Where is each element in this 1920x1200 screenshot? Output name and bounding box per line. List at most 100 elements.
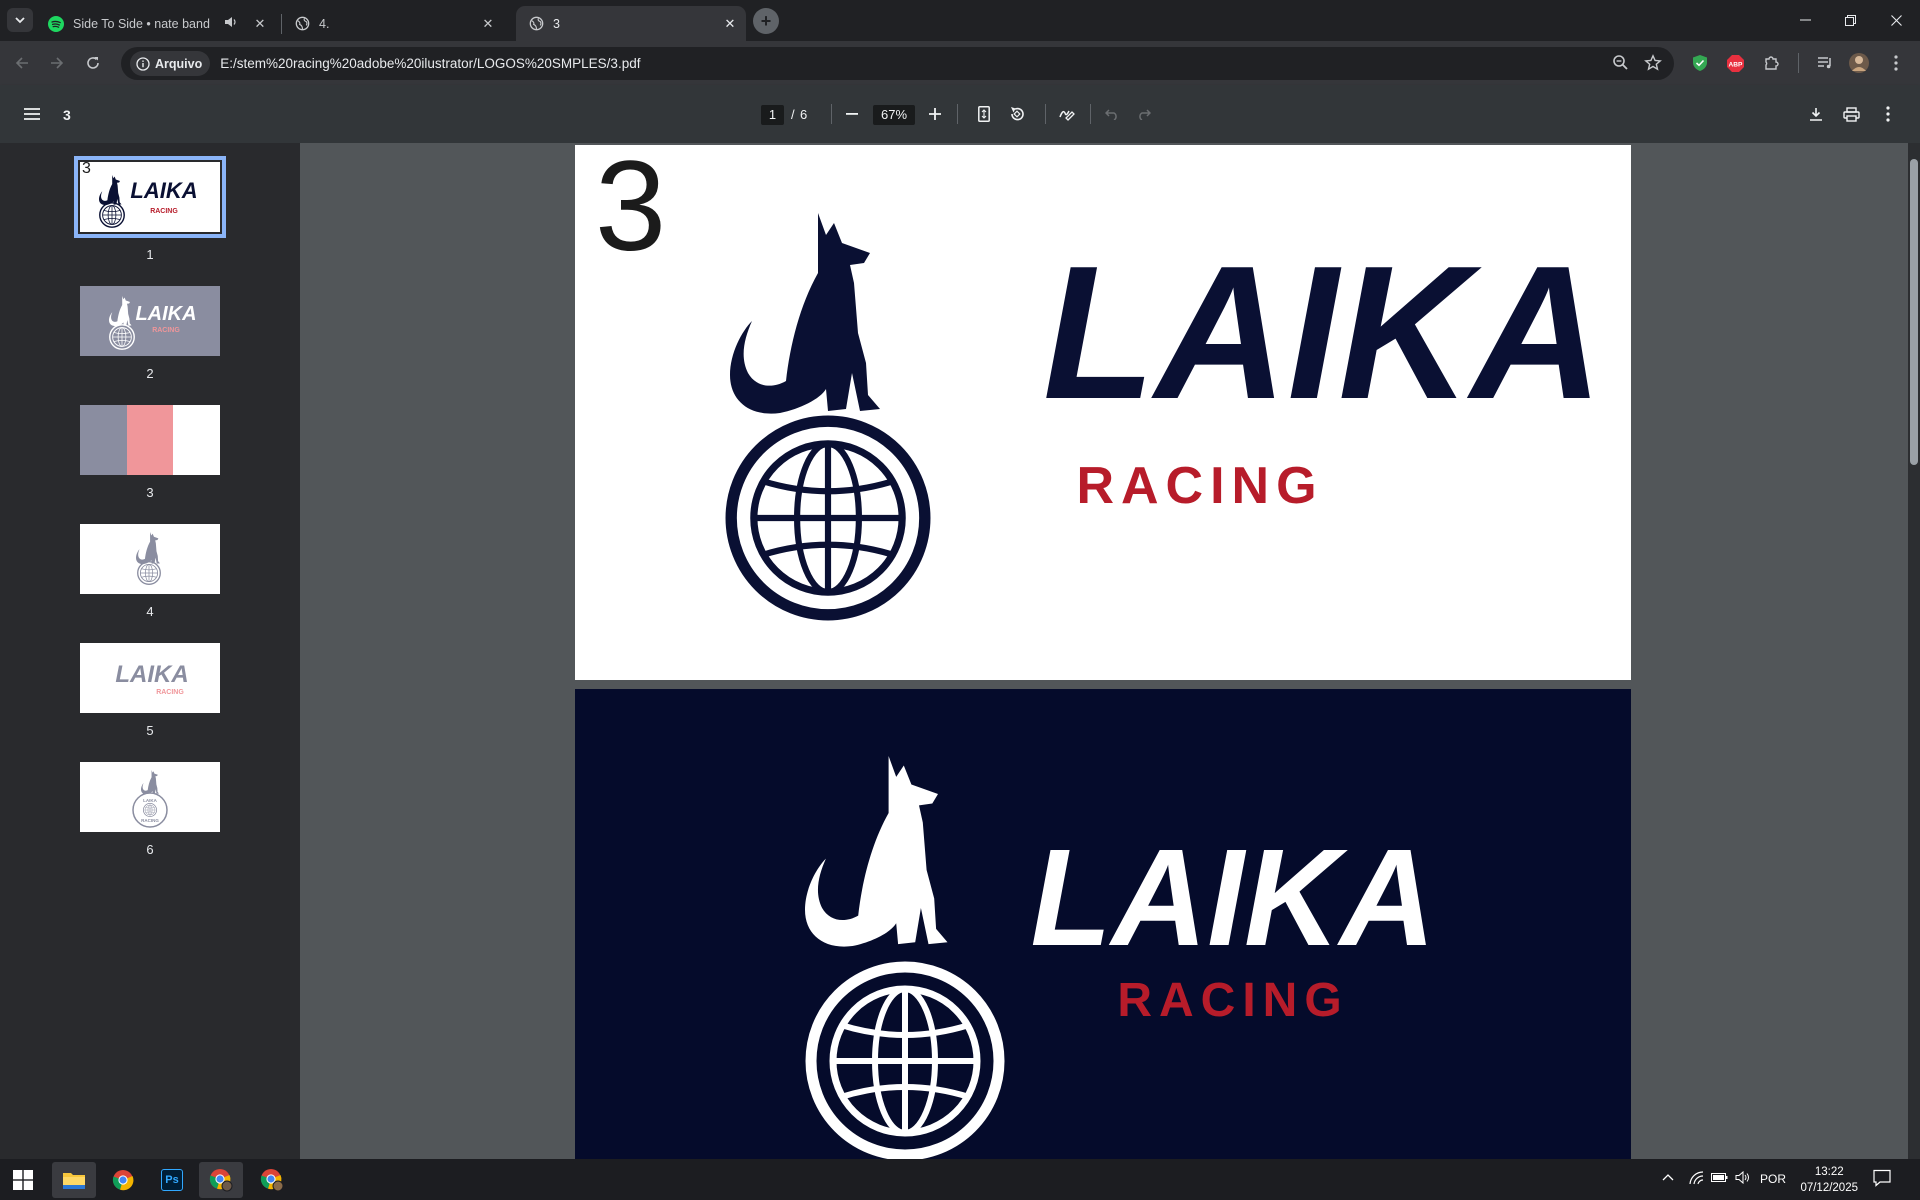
bookmark-star-icon[interactable] — [1644, 54, 1662, 77]
toolbar-divider — [1045, 104, 1046, 124]
globe-icon — [294, 16, 310, 32]
page-thumbnail-3[interactable] — [80, 405, 220, 475]
tab-search-button[interactable] — [7, 8, 33, 32]
tab-3-active[interactable]: 3 ✕ — [516, 6, 746, 41]
annotate-button[interactable] — [1055, 102, 1079, 126]
page-thumbnail-6[interactable]: LAIKA RACING — [80, 762, 220, 832]
logo-subtitle: RACING — [1076, 457, 1323, 515]
close-tab-icon[interactable]: ✕ — [722, 16, 738, 32]
chrome-profile-icon[interactable] — [199, 1162, 243, 1198]
dog-icon — [805, 756, 948, 947]
wordmark-thumbnail: LAIKA RACING — [115, 661, 188, 696]
close-tab-icon[interactable]: ✕ — [480, 16, 496, 32]
laika-racing-logo-inverted: LAIKA RACING — [805, 756, 1436, 1159]
arrow-left-icon — [15, 57, 28, 69]
battery-icon[interactable] — [1711, 1171, 1728, 1186]
page-thumbnail-1[interactable]: 3 LAIKA RACING — [74, 156, 226, 238]
site-info-chip[interactable]: Arquivo — [130, 51, 211, 76]
tab-strip: Side To Side • nate band ✕ 4. ✕ 3 ✕ + — [0, 0, 1920, 41]
address-bar[interactable]: Arquivo E:/stem%20racing%20adobe%20ilust… — [121, 47, 1674, 80]
thumbnail-number: 1 — [146, 247, 154, 262]
chevron-down-icon — [15, 16, 25, 23]
tab-spotify[interactable]: Side To Side • nate band ✕ — [36, 6, 276, 41]
chrome-profile-2-icon[interactable] — [250, 1162, 294, 1198]
badge-top-text: LAIKA — [143, 798, 157, 803]
viewer-scrollbar[interactable] — [1908, 143, 1920, 1159]
fit-to-page-icon — [978, 106, 990, 122]
laika-racing-logo: LAIKA RACING — [575, 213, 1603, 680]
scrollbar-thumb[interactable] — [1910, 159, 1918, 465]
media-controls-icon[interactable] — [1813, 51, 1837, 75]
page-thumbnail-4[interactable] — [80, 524, 220, 594]
pdf-viewer-area[interactable]: 3 LAIKA RACING LAIKA RACING — [300, 143, 1908, 1159]
download-button[interactable] — [1804, 102, 1828, 126]
shield-extension-icon[interactable] — [1688, 51, 1712, 75]
url-text[interactable]: E:/stem%20racing%20adobe%20ilustrator/LO… — [220, 56, 640, 71]
input-language[interactable]: POR — [1760, 1172, 1786, 1186]
restore-button[interactable] — [1830, 6, 1870, 34]
forward-button[interactable] — [45, 51, 69, 75]
volume-icon[interactable] — [1735, 1170, 1751, 1187]
thumbnail-number: 2 — [146, 366, 154, 381]
minimize-button[interactable] — [1785, 6, 1825, 34]
tab-title: 4. — [319, 16, 330, 31]
dog-globe-thumbnail — [136, 532, 161, 585]
minimize-icon — [1799, 19, 1811, 21]
new-tab-button[interactable]: + — [753, 8, 779, 34]
thumbnail-wordmark: LAIKA — [115, 661, 188, 688]
browser-menu-button[interactable] — [1884, 51, 1908, 75]
page-number-input[interactable]: 1 — [761, 105, 784, 125]
system-clock[interactable]: 13:22 07/12/2025 — [1800, 1164, 1858, 1196]
redo-button[interactable] — [1132, 102, 1156, 126]
tab-4[interactable]: 4. ✕ — [282, 6, 504, 41]
badge-bottom-text: RACING — [141, 818, 159, 823]
close-tab-icon[interactable]: ✕ — [252, 16, 268, 32]
sidebar-toggle-button[interactable] — [20, 102, 44, 126]
color-swatch — [173, 405, 220, 475]
undo-button[interactable] — [1100, 102, 1124, 126]
printer-icon — [1842, 106, 1860, 122]
chevron-up-icon[interactable] — [1662, 1170, 1674, 1184]
dog-icon — [730, 213, 880, 414]
close-window-button[interactable] — [1876, 6, 1916, 34]
zoom-out-button[interactable] — [840, 102, 864, 126]
profile-avatar[interactable] — [1847, 51, 1871, 75]
notifications-icon[interactable] — [1873, 1169, 1891, 1190]
file-explorer-icon[interactable] — [52, 1162, 96, 1198]
toolbar-divider — [957, 104, 958, 124]
minus-icon — [846, 113, 858, 115]
reload-button[interactable] — [81, 51, 105, 75]
puzzle-extensions-icon[interactable] — [1760, 51, 1784, 75]
plus-icon — [929, 108, 941, 120]
speaker-icon[interactable] — [224, 16, 238, 31]
back-button[interactable] — [10, 51, 34, 75]
zoom-level-input[interactable]: 67% — [873, 105, 915, 125]
chrome-icon[interactable] — [101, 1162, 145, 1198]
toolbar-divider — [831, 104, 832, 124]
close-icon — [1890, 14, 1902, 26]
browser-toolbar: Arquivo E:/stem%20racing%20adobe%20ilust… — [0, 41, 1920, 85]
color-swatch — [80, 405, 127, 475]
page-thumbnail-2[interactable]: LAIKA RACING — [80, 286, 220, 356]
photoshop-icon[interactable]: Ps — [150, 1162, 194, 1198]
thumbnail-wordmark: LAIKA — [135, 303, 196, 325]
pdf-more-button[interactable] — [1876, 102, 1900, 126]
zoom-in-button[interactable] — [923, 102, 947, 126]
abp-label: ABP — [1728, 61, 1743, 68]
laika-logo-thumbnail: LAIKA RACING — [99, 175, 198, 228]
adblock-plus-icon[interactable]: ABP — [1723, 51, 1747, 75]
wifi-icon[interactable] — [1689, 1171, 1704, 1188]
windows-start-icon[interactable] — [1, 1162, 45, 1198]
page-thumbnail-5[interactable]: LAIKA RACING — [80, 643, 220, 713]
pen-draw-icon — [1059, 110, 1075, 121]
thumbnail-number: 4 — [146, 604, 154, 619]
kebab-menu-icon — [1886, 106, 1890, 122]
globe-icon — [811, 967, 999, 1155]
toolbar-divider — [1090, 104, 1091, 124]
info-icon — [136, 56, 150, 71]
zoom-icon[interactable] — [1612, 54, 1630, 77]
print-button[interactable] — [1839, 102, 1863, 126]
fit-page-button[interactable] — [972, 102, 996, 126]
rotate-button[interactable] — [1005, 102, 1029, 126]
pdf-toolbar: 3 1 / 6 67% — [0, 85, 1920, 143]
